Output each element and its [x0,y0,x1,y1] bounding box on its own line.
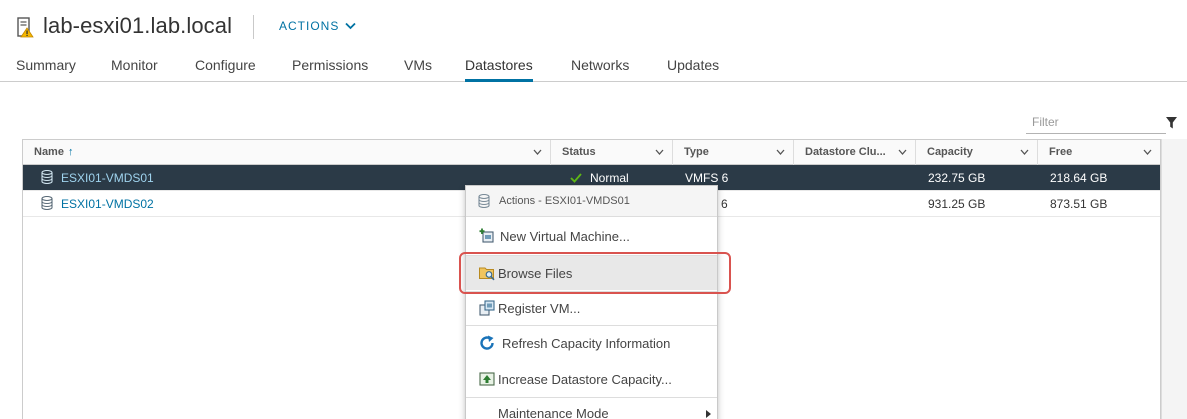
datastore-name-link[interactable]: ESXI01-VMDS01 [61,171,154,185]
tab-configure[interactable]: Configure [195,57,256,82]
actions-label: ACTIONS [279,19,340,33]
menu-item-new-virtual-machine[interactable]: New Virtual Machine... [466,219,717,253]
host-warning-icon [17,17,34,38]
browse-files-icon [479,267,495,281]
increase-capacity-icon [479,372,495,386]
table-header: Name ↑ Status Type Datastore Clu... Capac… [23,140,1160,165]
free-value: 218.64 GB [1050,171,1108,185]
status-value: Normal [590,171,629,185]
datastore-icon [41,196,53,210]
refresh-icon [480,335,494,350]
register-vm-icon [479,300,495,316]
object-header: lab-esxi01.lab.local ACTIONS [0,0,1187,52]
actions-button[interactable]: ACTIONS [279,19,356,33]
column-menu-icon[interactable] [655,149,664,155]
tab-summary[interactable]: Summary [16,57,76,82]
column-header-datastore-cluster[interactable]: Datastore Clu... [794,140,916,165]
filter-input[interactable]: Filter [1026,112,1166,134]
tab-permissions[interactable]: Permissions [292,57,368,82]
tab-vms[interactable]: VMs [404,57,432,82]
menu-item-maintenance-mode[interactable]: Maintenance Mode [466,398,717,419]
context-menu-header: Actions - ESXI01-VMDS01 [466,186,717,217]
context-menu: Actions - ESXI01-VMDS01 New Virtual Mach… [465,185,718,419]
datastore-icon [41,170,53,184]
tab-bar: Summary Monitor Configure Permissions VM… [0,52,1187,82]
vertical-scrollbar[interactable] [1161,139,1187,419]
menu-item-refresh-capacity[interactable]: Refresh Capacity Information [466,326,717,360]
chevron-down-icon [345,22,356,30]
column-menu-icon[interactable] [1020,149,1029,155]
tab-networks[interactable]: Networks [571,57,629,82]
status-ok-icon [570,173,582,183]
datastore-icon [478,194,490,208]
column-menu-icon[interactable] [533,149,542,155]
column-header-status[interactable]: Status [551,140,673,165]
context-menu-title: Actions - ESXI01-VMDS01 [499,195,630,207]
type-value: 6 [721,197,728,211]
header-divider [253,15,254,39]
column-menu-icon[interactable] [1143,149,1152,155]
menu-item-browse-files[interactable]: Browse Files [466,256,717,290]
page-title: lab-esxi01.lab.local [43,13,233,38]
sort-ascending-icon: ↑ [67,146,74,158]
tab-datastores[interactable]: Datastores [465,57,533,82]
tab-monitor[interactable]: Monitor [111,57,158,82]
column-menu-icon[interactable] [898,149,907,155]
datastore-name-link[interactable]: ESXI01-VMDS02 [61,197,154,211]
capacity-value: 931.25 GB [928,197,986,211]
submenu-arrow-icon [706,410,711,418]
free-value: 873.51 GB [1050,197,1108,211]
menu-item-register-vm[interactable]: Register VM... [466,291,717,325]
column-header-name[interactable]: Name ↑ [23,140,551,165]
type-value: VMFS 6 [685,171,729,185]
column-menu-icon[interactable] [776,149,785,155]
column-header-capacity[interactable]: Capacity [916,140,1038,165]
column-header-type[interactable]: Type [673,140,794,165]
column-header-free[interactable]: Free [1038,140,1160,165]
tab-updates[interactable]: Updates [667,57,719,82]
menu-item-increase-datastore-capacity[interactable]: Increase Datastore Capacity... [466,362,717,396]
capacity-value: 232.75 GB [928,171,986,185]
vsphere-page: lab-esxi01.lab.local ACTIONS Summary Mon… [0,0,1187,419]
funnel-icon[interactable] [1166,117,1177,129]
new-vm-icon [479,228,494,243]
